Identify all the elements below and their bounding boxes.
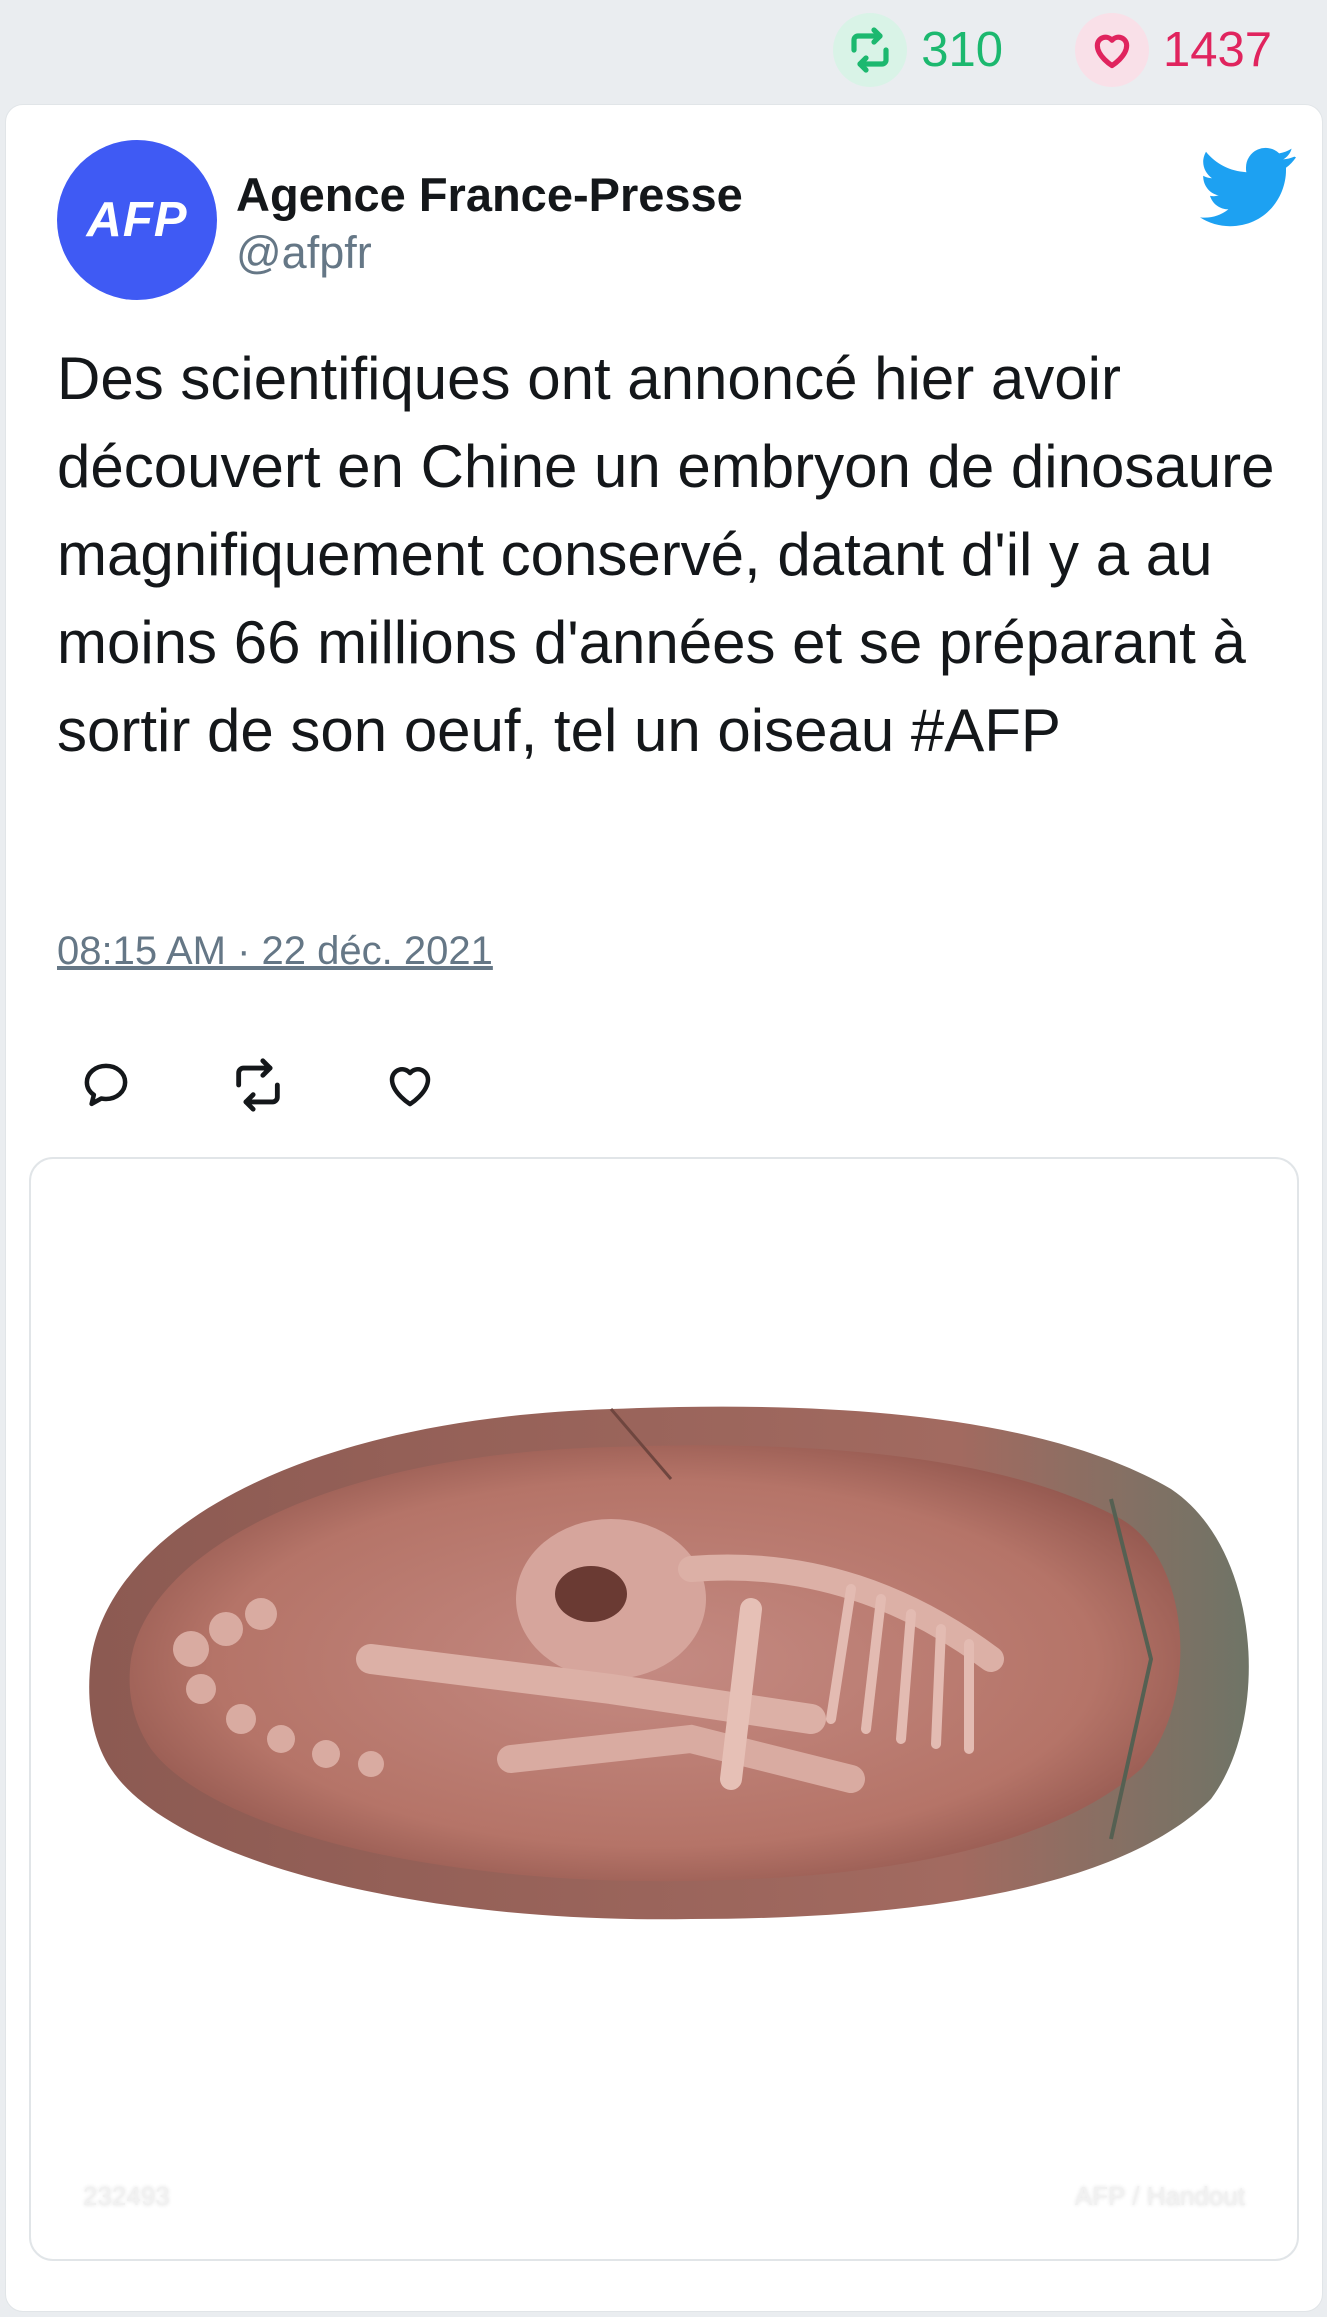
avatar-logo-text: AFP — [86, 193, 188, 247]
like-count: 1437 — [1162, 23, 1272, 77]
like-stat[interactable]: 1437 — [1074, 13, 1272, 87]
retweet-stat[interactable]: 310 — [833, 13, 1003, 87]
retweet-icon[interactable] — [833, 13, 908, 87]
photo-id-text: 232493 — [83, 2181, 170, 2211]
retweet-icon[interactable] — [218, 1045, 298, 1125]
author-name[interactable]: Agence France-Presse — [236, 167, 743, 222]
tweet-timestamp[interactable]: 08:15 AM · 22 déc. 2021 — [57, 929, 493, 974]
tweet-card: AFP Agence France-Presse @afpfr Des scie… — [5, 104, 1323, 2312]
tweet-actions — [66, 1045, 522, 1125]
like-icon[interactable] — [370, 1045, 450, 1125]
tweet-text: Des scientifiques ont annoncé hier avoir… — [57, 345, 1275, 764]
fossil-egg-photo — [89, 1406, 1249, 1920]
comment-icon[interactable] — [66, 1045, 146, 1125]
engagement-bar: 310 1437 — [0, 0, 1327, 100]
retweet-count: 310 — [921, 23, 1003, 77]
twitter-bird-icon[interactable] — [1200, 147, 1296, 232]
heart-icon[interactable] — [1074, 13, 1149, 87]
avatar[interactable]: AFP — [57, 140, 217, 300]
photo-credit: AFP / Handout — [1074, 2181, 1245, 2211]
author-handle[interactable]: @afpfr — [236, 227, 372, 279]
tweet-media[interactable]: 232493 AFP / Handout — [29, 1157, 1299, 2261]
